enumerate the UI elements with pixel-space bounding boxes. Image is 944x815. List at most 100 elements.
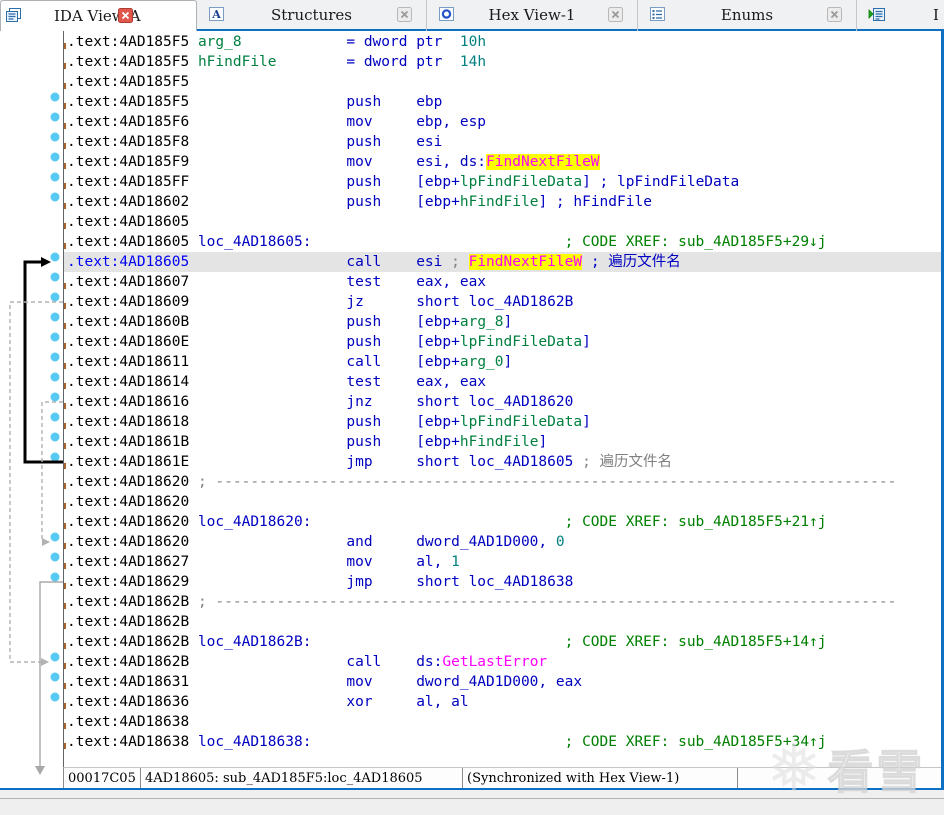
address: .text:4AD18620 <box>67 514 198 530</box>
code-segment: loc_4AD1862B: <box>197 634 312 650</box>
listing-row[interactable]: .text:4AD18607 test eax, eax <box>64 272 941 292</box>
code-segment: push [ebp+ <box>197 434 460 450</box>
code-segment: ] <box>582 174 591 190</box>
tab-bar: IDA View-A A Structures Hex View-1 Enums I <box>0 0 944 31</box>
code-segment: jmp short loc_4AD18638 <box>197 574 574 590</box>
code-segment: push [ebp+ <box>197 314 460 330</box>
code-segment: arg_8 <box>459 314 504 330</box>
code-segment: ; 遍历文件名 <box>573 454 673 470</box>
tab-ida-view-a[interactable]: IDA View-A <box>0 0 197 31</box>
address: .text:4AD1860B <box>67 314 198 330</box>
listing-row[interactable]: .text:4AD185F5 push ebp <box>64 92 941 112</box>
listing-row[interactable]: .text:4AD1860E push [ebp+lpFindFileData] <box>64 332 941 352</box>
listing-row[interactable]: .text:4AD1860B push [ebp+arg_8] <box>64 312 941 332</box>
code-segment: ; --------------------------------------… <box>197 474 897 490</box>
code-segment: jnz short loc_4AD18620 <box>197 394 574 410</box>
imports-icon <box>868 6 886 23</box>
code-segment: ] <box>538 434 548 450</box>
address: .text:4AD1862B <box>67 654 198 670</box>
tab-title: Structures <box>271 6 352 24</box>
listing-row[interactable]: .text:4AD18636 xor al, al <box>64 692 941 712</box>
code-segment: hFindFile <box>459 194 539 210</box>
listing-row[interactable]: .text:4AD18620 <box>64 492 941 512</box>
ida-view-icon <box>5 7 23 24</box>
address: .text:4AD18605 <box>67 254 198 270</box>
tab-strip: IDA View-A A Structures Hex View-1 Enums I <box>0 0 944 31</box>
listing-row[interactable]: .text:4AD18618 push [ebp+lpFindFileData] <box>64 412 941 432</box>
listing-row[interactable]: .text:4AD18620 ; -----------------------… <box>64 472 941 492</box>
code-segment: = dword ptr <box>276 54 460 70</box>
listing-row[interactable]: .text:4AD18631 mov dword_4AD1D000, eax <box>64 672 941 692</box>
code-segment: arg_0 <box>459 354 504 370</box>
listing-row[interactable]: .text:4AD1862B ; -----------------------… <box>64 592 941 612</box>
code-segment: push [ebp+ <box>197 174 460 190</box>
listing-row[interactable]: .text:4AD1861B push [ebp+hFindFile] <box>64 432 941 452</box>
listing-row[interactable]: .text:4AD185F8 push esi <box>64 132 941 152</box>
listing-row[interactable]: .text:4AD185F5 arg_8 = dword ptr 10h <box>64 32 941 52</box>
tab-close-button[interactable] <box>827 7 842 22</box>
status-file-offset: 00017C05 <box>64 768 141 788</box>
listing-row[interactable]: .text:4AD18629 jmp short loc_4AD18638 <box>64 572 941 592</box>
window-bottom-strip <box>0 790 944 815</box>
code-segment: 14h <box>459 54 487 70</box>
listing-row[interactable]: .text:4AD18638 loc_4AD18638: ; CODE XREF… <box>64 732 941 752</box>
listing-row[interactable]: .text:4AD18627 mov al, 1 <box>64 552 941 572</box>
listing-row[interactable]: .text:4AD185F5 hFindFile = dword ptr 14h <box>64 52 941 72</box>
listing-row[interactable]: .text:4AD185F6 mov ebp, esp <box>64 112 941 132</box>
address: .text:4AD18620 <box>67 534 198 550</box>
address: .text:4AD185FF <box>67 174 198 190</box>
listing-row[interactable]: .text:4AD18605 call esi ; FindNextFileW … <box>64 252 941 272</box>
listing-row[interactable]: .text:4AD18609 jz short loc_4AD1862B <box>64 292 941 312</box>
tab-close-button[interactable] <box>397 7 412 22</box>
listing-row[interactable]: .text:4AD18611 call [ebp+arg_0] <box>64 352 941 372</box>
listing-row[interactable]: .text:4AD18638 <box>64 712 941 732</box>
address: .text:4AD1862B <box>67 614 198 630</box>
code-segment: jz short loc_4AD1862B <box>197 294 574 310</box>
listing-row[interactable]: .text:4AD18616 jnz short loc_4AD18620 <box>64 392 941 412</box>
code-segment: push [ebp+ <box>197 334 460 350</box>
code-segment: arg_8 <box>197 34 242 50</box>
code-segment: FindNextFileW <box>468 254 583 270</box>
listing-row[interactable]: .text:4AD1862B <box>64 612 941 632</box>
code-segment: ; CODE XREF: sub_4AD185F5+34↑j <box>311 734 827 750</box>
listing-row[interactable]: .text:4AD1862B loc_4AD1862B: ; CODE XREF… <box>64 632 941 652</box>
address: .text:4AD18631 <box>67 674 198 690</box>
code-segment: call [ebp+ <box>197 354 460 370</box>
code-segment: ] <box>538 194 548 210</box>
listing-row[interactable]: .text:4AD18614 test eax, eax <box>64 372 941 392</box>
code-segment: ; CODE XREF: sub_4AD185F5+29↓j <box>311 234 827 250</box>
listing-row[interactable]: .text:4AD18605 <box>64 212 941 232</box>
listing-row[interactable]: .text:4AD1862B call ds:GetLastError <box>64 652 941 672</box>
code-segment: lpFindFileData <box>459 174 583 190</box>
code-segment: ] <box>582 414 591 430</box>
listing-row[interactable]: .text:4AD18620 loc_4AD18620: ; CODE XREF… <box>64 512 941 532</box>
listing-row[interactable]: .text:4AD185FF push [ebp+lpFindFileData]… <box>64 172 941 192</box>
listing-row[interactable]: .text:4AD1861E jmp short loc_4AD18605 ; … <box>64 452 941 472</box>
address: .text:4AD18627 <box>67 554 198 570</box>
listing-row[interactable]: .text:4AD18620 and dword_4AD1D000, 0 <box>64 532 941 552</box>
tab-close-button[interactable] <box>118 8 133 23</box>
address: .text:4AD185F5 <box>67 54 198 70</box>
code-segment: push ebp <box>197 94 443 110</box>
address: .text:4AD1862B <box>67 594 198 610</box>
code-segment: test eax, eax <box>197 374 487 390</box>
code-segment: jmp short loc_4AD18605 <box>197 454 574 470</box>
code-segment: hFindFile <box>197 54 277 70</box>
tab-close-button[interactable] <box>608 7 623 22</box>
listing-row[interactable]: .text:4AD18602 push [ebp+hFindFile] ; hF… <box>64 192 941 212</box>
tab-i[interactable]: I <box>857 0 944 31</box>
listing-row[interactable]: .text:4AD185F5 <box>64 72 941 92</box>
bottom-divider <box>0 798 944 799</box>
code-segment: ; lpFindFileData <box>590 174 740 190</box>
tab-hex-view-1[interactable]: Hex View-1 <box>427 0 638 31</box>
code-segment: mov dword_4AD1D000, eax <box>197 674 583 690</box>
address: .text:4AD18638 <box>67 734 198 750</box>
tab-enums[interactable]: Enums <box>638 0 857 31</box>
listing-row[interactable]: .text:4AD185F9 mov esi, ds:FindNextFileW <box>64 152 941 172</box>
code-segment: push [ebp+ <box>197 414 460 430</box>
listing-row[interactable]: .text:4AD18605 loc_4AD18605: ; CODE XREF… <box>64 232 941 252</box>
code-segment: = dword ptr <box>241 34 460 50</box>
code-segment: loc_4AD18605: <box>197 234 312 250</box>
tab-structures[interactable]: A Structures <box>197 0 427 31</box>
code-segment: FindNextFileW <box>486 154 600 170</box>
